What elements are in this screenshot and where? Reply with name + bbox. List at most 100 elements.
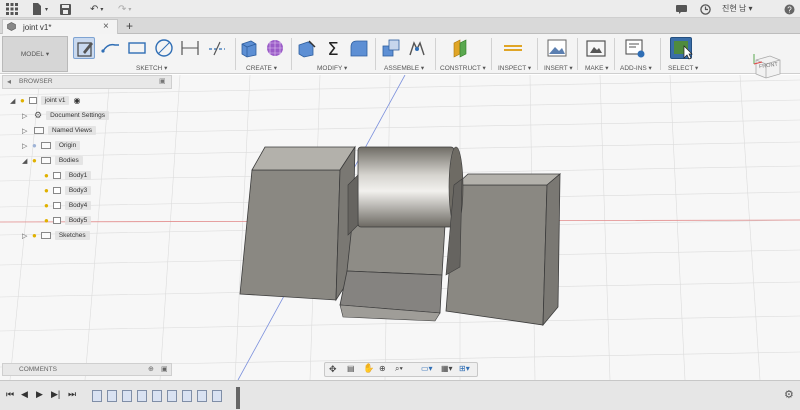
lightbulb-off-icon[interactable]: ● [32, 141, 37, 150]
play-icon[interactable]: ▶ [36, 389, 43, 400]
go-to-end-icon[interactable]: ⏭ [68, 389, 76, 400]
zoom-icon[interactable]: ⊕ [379, 364, 386, 373]
insert-image-tool[interactable] [546, 37, 568, 59]
create-sketch-tool[interactable] [73, 37, 95, 59]
redo-icon[interactable]: ↷ ▾ [118, 2, 131, 16]
tree-item-sketches[interactable]: ▷ ● Sketches [22, 229, 90, 242]
tree-item-named-views[interactable]: ▷ Named Views [22, 124, 96, 137]
timeline-marker[interactable] [236, 387, 240, 409]
user-menu[interactable]: 진현 남 ▾ [722, 3, 753, 14]
measure-tool[interactable] [502, 37, 524, 59]
tree-item-bodies[interactable]: ◢ ● Bodies [22, 154, 83, 167]
tree-item-body4[interactable]: ● Body4 [42, 199, 92, 212]
step-back-icon[interactable]: ◀ [21, 389, 28, 400]
active-radio-icon[interactable]: ◉ [73, 96, 80, 105]
timeline-feature[interactable] [167, 390, 177, 402]
timeline-feature[interactable] [182, 390, 192, 402]
add-comment-icon[interactable]: ⊕ [148, 365, 154, 373]
timeline-feature[interactable] [137, 390, 147, 402]
pan-icon[interactable]: ✋ [363, 363, 374, 374]
file-icon[interactable]: ▾ [32, 2, 48, 16]
modify-group-label[interactable]: MODIFY ▾ [317, 64, 347, 72]
insert-group-label[interactable]: INSERT ▾ [544, 64, 573, 72]
expand-icon[interactable]: ◢ [22, 157, 30, 165]
view-cube[interactable]: FRONT [752, 50, 784, 82]
save-icon[interactable] [60, 2, 71, 16]
notification-icon[interactable] [676, 2, 687, 16]
timeline-feature[interactable] [107, 390, 117, 402]
close-tab-icon[interactable]: × [103, 21, 109, 32]
document-tab[interactable]: joint v1* × [2, 19, 118, 34]
step-forward-icon[interactable]: ▶| [51, 389, 60, 400]
expand-icon[interactable]: ▷ [22, 232, 30, 240]
expand-icon[interactable]: ▷ [22, 112, 30, 120]
form-tool[interactable] [264, 37, 286, 59]
select-tool[interactable] [670, 37, 693, 60]
collapse-icon[interactable]: ◂ [7, 77, 11, 86]
extrude-tool[interactable] [238, 37, 260, 59]
fit-icon[interactable]: ⌕▾ [395, 364, 403, 374]
tree-item-document-settings[interactable]: ▷ ⚙ Document Settings [22, 109, 109, 122]
undo-icon[interactable]: ↶ ▾ [90, 2, 103, 16]
create-group-label[interactable]: CREATE ▾ [246, 64, 277, 72]
inspect-group-label[interactable]: INSPECT ▾ [498, 64, 531, 72]
new-tab-icon[interactable]: + [126, 19, 133, 33]
timeline-feature[interactable] [197, 390, 207, 402]
scripts-tool[interactable] [624, 37, 646, 59]
addins-group-label[interactable]: ADD-INS ▾ [620, 64, 652, 72]
orbit-icon[interactable]: ✥ [329, 364, 337, 375]
timeline-feature[interactable] [92, 390, 102, 402]
browser-panel-header[interactable]: ◂ BROWSER ▣ [2, 75, 172, 89]
dimension-tool[interactable] [179, 37, 201, 59]
pin-icon[interactable]: ▣ [161, 365, 168, 373]
look-at-icon[interactable]: ▤ [347, 364, 355, 373]
timeline-feature[interactable] [212, 390, 222, 402]
offset-plane-tool[interactable] [449, 37, 471, 59]
timeline-feature[interactable] [122, 390, 132, 402]
expand-icon[interactable]: ◢ [10, 97, 18, 105]
press-pull-tool[interactable] [296, 37, 318, 59]
go-to-start-icon[interactable]: ⏮ [6, 389, 14, 400]
compute-all-tool[interactable]: Σ [322, 37, 344, 60]
comments-panel-header[interactable]: COMMENTS ⊕ ▣ [2, 363, 172, 376]
lightbulb-icon[interactable]: ● [44, 201, 49, 210]
3d-viewport[interactable] [0, 75, 800, 380]
pin-icon[interactable]: ▣ [159, 77, 166, 85]
lightbulb-icon[interactable]: ● [44, 171, 49, 180]
expand-icon[interactable]: ▷ [22, 142, 30, 150]
lightbulb-icon[interactable]: ● [32, 156, 37, 165]
tree-item-body3[interactable]: ● Body3 [42, 184, 92, 197]
help-icon[interactable]: ? [784, 2, 795, 16]
fillet-tool[interactable] [348, 37, 370, 59]
make-group-label[interactable]: MAKE ▾ [585, 64, 609, 72]
3d-print-tool[interactable] [585, 37, 607, 59]
expand-icon[interactable]: ▷ [22, 127, 30, 135]
lightbulb-icon[interactable]: ● [44, 186, 49, 195]
viewports-icon[interactable]: ⊞▾ [459, 364, 470, 373]
lightbulb-icon[interactable]: ● [44, 216, 49, 225]
clock-icon[interactable] [700, 2, 711, 16]
press-pull-icon [298, 40, 316, 58]
tree-item-body1[interactable]: ● Body1 [42, 169, 92, 182]
lightbulb-icon[interactable]: ● [20, 96, 25, 105]
constraint-tool[interactable] [206, 37, 228, 59]
rectangle-tool[interactable] [126, 37, 148, 59]
line-tool[interactable] [100, 37, 122, 59]
new-component-tool[interactable] [380, 37, 402, 59]
gear-icon[interactable]: ⚙ [784, 388, 794, 401]
joint-tool[interactable] [406, 37, 428, 59]
grid-settings-icon[interactable]: ▦▾ [441, 364, 453, 373]
display-settings-icon[interactable]: ▭▾ [421, 364, 433, 373]
assemble-group-label[interactable]: ASSEMBLE ▾ [384, 64, 424, 72]
sketch-group-label[interactable]: SKETCH ▾ [136, 64, 167, 72]
lightbulb-icon[interactable]: ● [32, 231, 37, 240]
select-group-label[interactable]: SELECT ▾ [668, 64, 698, 72]
grid-menu-icon[interactable] [6, 2, 18, 16]
workspace-switcher[interactable]: MODEL ▾ [2, 36, 68, 72]
tree-item-body5[interactable]: ● Body5 [42, 214, 92, 227]
tree-item-origin[interactable]: ▷ ● Origin [22, 139, 81, 152]
circle-tool[interactable] [153, 37, 175, 59]
timeline-feature[interactable] [152, 390, 162, 402]
construct-group-label[interactable]: CONSTRUCT ▾ [440, 64, 486, 72]
tree-root[interactable]: ◢ ● joint v1 ◉ [10, 94, 80, 107]
